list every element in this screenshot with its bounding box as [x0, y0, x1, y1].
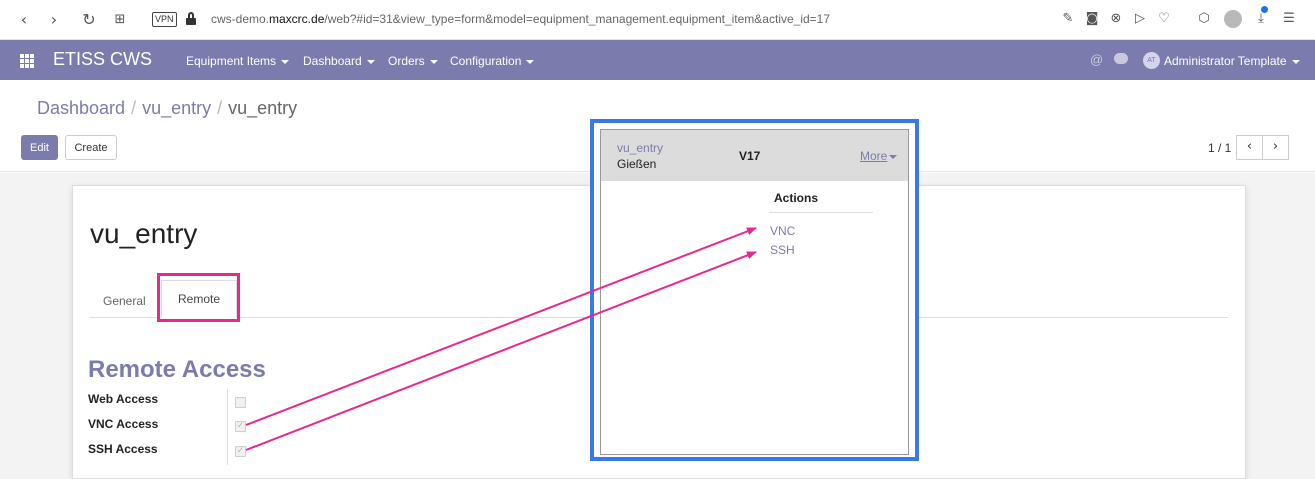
menu-label: Orders — [388, 54, 425, 68]
vnc-access-checkbox[interactable]: ✓ — [235, 421, 246, 432]
brand-title[interactable]: ETISS CWS — [53, 49, 152, 70]
field-label-vnc-access: VNC Access — [88, 417, 159, 431]
camera-icon[interactable]: ◙ — [1083, 10, 1101, 28]
breadcrumb-separator: / — [217, 98, 223, 118]
lock-icon[interactable] — [186, 12, 196, 26]
apps-grid-icon[interactable] — [20, 54, 34, 68]
heart-icon[interactable]: ♡ — [1155, 10, 1173, 28]
browser-toolbar: ‹ › ↻ ⊞ VPN cws-demo.maxcrc.de/web?#id=3… — [0, 0, 1315, 40]
field-label-web-access: Web Access — [88, 392, 159, 406]
cube-icon[interactable]: ⬡ — [1195, 10, 1213, 28]
block-icon[interactable]: ⊗ — [1107, 10, 1125, 28]
easy-setup-icon[interactable]: ☰ — [1280, 10, 1298, 28]
popup-city: Gießen — [617, 157, 657, 171]
edit-button[interactable]: Edit — [21, 135, 58, 160]
vpn-badge[interactable]: VPN — [152, 12, 177, 27]
download-indicator — [1261, 6, 1268, 13]
web-access-checkbox[interactable] — [235, 397, 246, 408]
menu-dashboard[interactable]: Dashboard — [303, 54, 375, 68]
breadcrumb-vu-entry[interactable]: vu_entry — [142, 98, 211, 118]
user-menu[interactable]: Administrator Template — [1164, 54, 1300, 68]
download-icon[interactable]: ⤓ — [1252, 10, 1270, 28]
more-label: More — [860, 149, 888, 163]
chat-icon[interactable] — [1114, 53, 1128, 64]
profile-icon[interactable] — [1224, 10, 1242, 28]
address-bar[interactable]: cws-demo.maxcrc.de/web?#id=31&view_type=… — [211, 12, 830, 26]
breadcrumb-dashboard[interactable]: Dashboard — [37, 98, 125, 118]
ssh-access-checkbox[interactable]: ✓ — [235, 446, 246, 457]
field-label-ssh-access: SSH Access — [88, 442, 158, 456]
avatar[interactable]: AT — [1143, 52, 1160, 69]
caret-down-icon — [889, 154, 898, 159]
speed-dial-icon[interactable]: ⊞ — [110, 10, 130, 30]
breadcrumb: Dashboard / vu_entry / vu_entry — [37, 98, 297, 119]
field-divider — [227, 389, 228, 465]
breadcrumb-current: vu_entry — [228, 98, 298, 118]
caret-down-icon — [429, 59, 438, 64]
caret-down-icon — [281, 59, 290, 64]
caret-down-icon — [366, 59, 375, 64]
menu-equipment-items[interactable]: Equipment Items — [186, 54, 290, 68]
tab-general[interactable]: General — [103, 294, 146, 308]
actions-divider — [769, 212, 873, 213]
top-navbar: ETISS CWS Equipment Items Dashboard Orde… — [0, 40, 1315, 80]
record-title: vu_entry — [90, 218, 198, 249]
menu-label: Equipment Items — [186, 54, 277, 68]
action-vnc-link[interactable]: VNC — [770, 224, 795, 238]
more-dropdown[interactable]: More — [860, 149, 898, 163]
edit-page-icon[interactable]: ✎ — [1059, 10, 1077, 28]
url-prefix: cws-demo. — [211, 12, 270, 26]
next-record-button[interactable]: › — [1262, 135, 1289, 160]
actions-heading: Actions — [774, 191, 819, 205]
create-button[interactable]: Create — [65, 135, 117, 160]
popup-subtitle: vu_entry — [617, 141, 664, 155]
url-domain: maxcrc.de — [269, 12, 325, 26]
kanban-card-popup: vu_entry Gießen V17 More Actions VNC SSH — [600, 129, 909, 455]
send-icon[interactable]: ▷ — [1131, 10, 1149, 28]
popup-header: vu_entry Gießen V17 More — [601, 130, 908, 181]
previous-record-button[interactable]: ‹ — [1236, 135, 1263, 160]
mention-icon[interactable]: @ — [1090, 52, 1103, 67]
caret-down-icon — [1291, 59, 1300, 64]
remote-tab-highlight — [157, 273, 240, 322]
actions-callout: vu_entry Gießen V17 More Actions VNC SSH — [590, 119, 919, 461]
back-icon[interactable]: ‹ — [14, 10, 34, 30]
menu-configuration[interactable]: Configuration — [450, 54, 535, 68]
action-ssh-link[interactable]: SSH — [770, 243, 795, 257]
section-title: Remote Access — [88, 356, 266, 383]
screen: ‹ › ↻ ⊞ VPN cws-demo.maxcrc.de/web?#id=3… — [0, 0, 1315, 479]
pager-value[interactable]: 1 / 1 — [1208, 141, 1231, 155]
user-name: Administrator Template — [1164, 54, 1287, 68]
caret-down-icon — [526, 59, 535, 64]
menu-label: Configuration — [450, 54, 522, 68]
url-path: /web?#id=31&view_type=form&model=equipme… — [324, 12, 831, 26]
forward-icon[interactable]: › — [44, 10, 64, 30]
popup-title: V17 — [739, 149, 761, 163]
breadcrumb-separator: / — [131, 98, 137, 118]
menu-orders[interactable]: Orders — [388, 54, 438, 68]
menu-label: Dashboard — [303, 54, 362, 68]
reload-icon[interactable]: ↻ — [79, 10, 99, 30]
